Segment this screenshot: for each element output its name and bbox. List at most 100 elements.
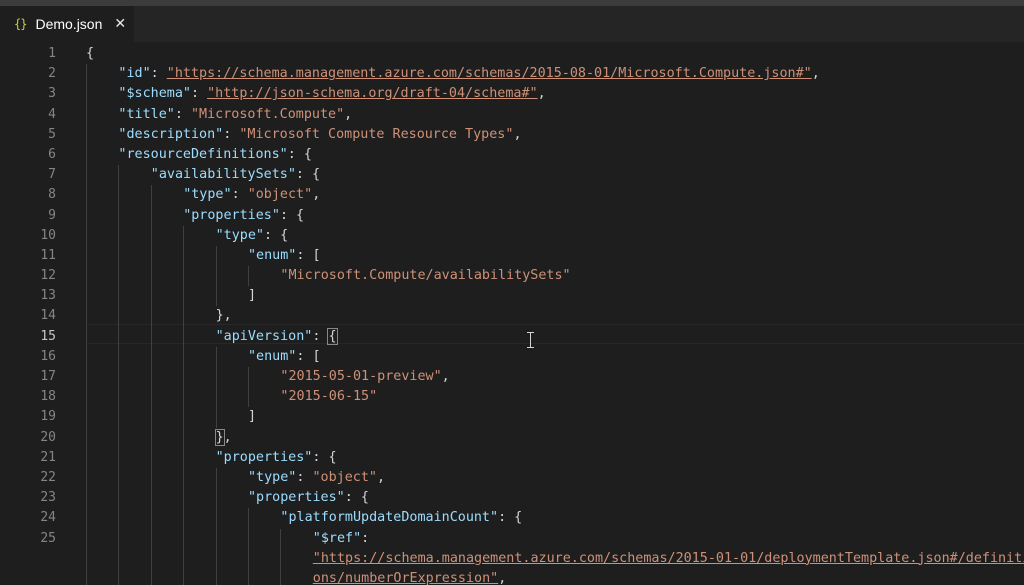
indent-guide — [86, 447, 87, 468]
code-line[interactable]: "2015-06-15" — [86, 387, 1024, 408]
indent-guide — [86, 104, 87, 125]
indent-guide — [86, 144, 87, 166]
indent-guide — [118, 548, 120, 569]
indent-guide — [150, 306, 152, 327]
json-key: "type" — [183, 187, 232, 203]
indent-guide — [215, 286, 217, 307]
json-punctuation: , — [498, 570, 507, 585]
indent-guide — [215, 407, 217, 428]
code-line[interactable]: "title": "Microsoft.Compute", — [86, 104, 1024, 125]
json-string: "Microsoft Compute Resource Types" — [239, 126, 514, 142]
code-line[interactable]: "$ref": — [86, 528, 1024, 549]
code-line[interactable]: "resourceDefinitions": { — [86, 144, 1024, 166]
json-url-string: ons/numberOrExpression" — [312, 570, 499, 585]
indent-guide — [183, 528, 185, 549]
json-key: "title" — [118, 106, 175, 122]
json-punctuation: : — [361, 530, 370, 546]
indent-guide — [183, 488, 185, 509]
line-number: 21 — [40, 449, 56, 465]
indent-guide — [86, 387, 87, 408]
line-number: 7 — [48, 167, 56, 183]
code-line[interactable]: "description": "Microsoft Compute Resour… — [86, 124, 1024, 145]
json-key: "properties" — [183, 207, 280, 223]
code-editor[interactable]: 1 2 3 4 5 6 7 8 9 10 11 12 13 14 15 16 17 18 19 20 21 22 23 24 2… — [0, 42, 1024, 585]
indent-guide — [118, 205, 120, 226]
json-punctuation: , — [344, 106, 353, 122]
code-area[interactable]: { "id": "https://schema.management.azure.… — [86, 44, 1024, 585]
json-key: "id" — [118, 66, 151, 82]
indent-guide — [150, 225, 152, 246]
code-line[interactable]: "type": { — [86, 225, 1024, 246]
json-string: "2015-05-01-preview" — [280, 369, 442, 384]
json-string: "Microsoft.Compute/availabilitySets" — [280, 268, 571, 284]
line-number: 1 — [48, 46, 56, 61]
code-line[interactable]: "id": "https://schema.management.azure.c… — [86, 64, 1024, 85]
line-number: 18 — [40, 389, 56, 405]
code-line[interactable]: "platformUpdateDomainCount": { — [86, 508, 1024, 529]
line-number — [0, 549, 60, 569]
indent-guide — [118, 326, 120, 347]
indent-guide — [118, 447, 120, 468]
code-line[interactable]: }, — [86, 306, 1024, 327]
json-punctuation: : { — [295, 167, 321, 183]
json-punctuation: : { — [263, 227, 289, 243]
json-string: "object" — [247, 187, 313, 203]
code-line[interactable]: "type": "object", — [86, 467, 1024, 489]
indent-guide — [86, 225, 87, 246]
tab-demo-json[interactable]: {} Demo.json ✕ — [0, 6, 134, 42]
indent-guide — [150, 427, 152, 448]
code-line[interactable]: "$schema": "http://json-schema.org/draft… — [86, 84, 1024, 105]
indent-guide — [118, 427, 120, 448]
code-line[interactable]: }, — [86, 427, 1024, 448]
indent-guide — [150, 447, 152, 468]
code-line[interactable]: ] — [86, 407, 1024, 428]
line-number: 23 — [40, 490, 56, 506]
line-number: 2 — [48, 66, 56, 82]
json-punctuation: , — [441, 369, 450, 384]
close-icon[interactable]: ✕ — [114, 16, 126, 32]
indent-guide — [215, 346, 217, 367]
code-line[interactable]: "type": "object", — [86, 185, 1024, 206]
code-line[interactable]: "availabilitySets": { — [86, 165, 1024, 186]
json-key: "properties" — [215, 449, 313, 465]
indent-guide — [86, 266, 87, 287]
code-line[interactable]: "properties": { — [86, 447, 1024, 468]
line-number: 16 — [40, 348, 56, 364]
code-line[interactable]: "properties": { — [86, 488, 1024, 509]
code-line[interactable]: "enum": [ — [86, 346, 1024, 367]
code-line[interactable]: "2015-05-01-preview", — [86, 367, 1024, 388]
json-punctuation: ] — [248, 409, 257, 425]
line-number: 6 — [48, 146, 56, 162]
indent-guide — [248, 568, 249, 585]
code-line[interactable]: "Microsoft.Compute/availabilitySets" — [86, 266, 1024, 287]
indent-guide — [280, 528, 282, 549]
json-key: "$ref" — [312, 530, 362, 546]
code-line[interactable]: "apiVersion": { — [86, 326, 1024, 347]
code-line[interactable]: ] — [86, 286, 1024, 307]
indent-guide — [86, 306, 87, 327]
json-punctuation: { — [86, 46, 95, 61]
indent-guide — [248, 387, 249, 408]
indent-guide — [215, 548, 217, 569]
json-punctuation: : — [223, 126, 240, 142]
indent-guide — [183, 568, 185, 585]
indent-guide — [215, 488, 217, 509]
indent-guide — [215, 245, 217, 267]
json-key: "type" — [215, 227, 264, 243]
indent-guide — [86, 427, 87, 448]
code-line[interactable]: "enum": [ — [86, 245, 1024, 267]
indent-guide — [118, 346, 120, 367]
code-line[interactable]: { — [86, 44, 1024, 64]
line-number-gutter: 1 2 3 4 5 6 7 8 9 10 11 12 13 14 15 16 17 18 19 20 21 22 23 24 2… — [0, 44, 60, 585]
json-key: "properties" — [248, 490, 345, 506]
mouse-ibeam-cursor — [526, 332, 535, 348]
code-line[interactable]: ons/numberOrExpression", — [86, 568, 1024, 585]
indent-guide — [86, 165, 87, 186]
indent-guide — [118, 467, 120, 489]
indent-guide — [118, 367, 120, 388]
indent-guide — [86, 548, 87, 569]
indent-guide — [248, 367, 249, 388]
code-line[interactable]: "properties": { — [86, 205, 1024, 226]
code-line[interactable]: "https://schema.management.azure.com/sch… — [86, 548, 1024, 569]
json-key: "$schema" — [118, 86, 191, 102]
